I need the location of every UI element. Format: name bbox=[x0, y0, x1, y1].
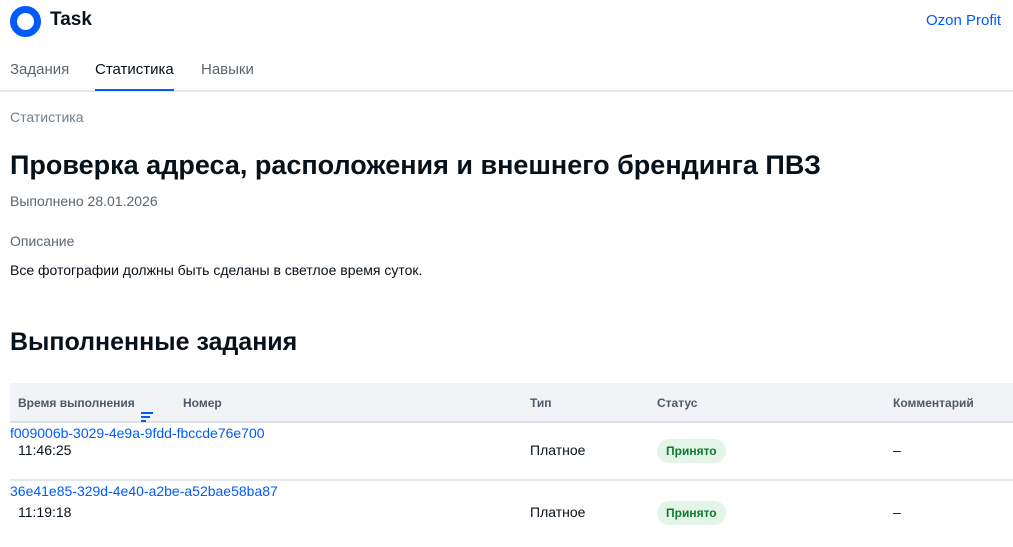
tab-tasks[interactable]: Задания bbox=[10, 61, 69, 89]
table-header: Время выполнения Номер Тип Статус Коммен… bbox=[10, 383, 1013, 423]
time-cell: 11:46:25 bbox=[18, 442, 72, 458]
tab-skills[interactable]: Навыки bbox=[201, 61, 254, 89]
description-text: Все фотографии должны быть сделаны в све… bbox=[10, 262, 423, 278]
comment-cell: – bbox=[893, 442, 901, 458]
task-number-link[interactable]: 36e41e85-329d-4e40-a2be-a52bae58ba87 bbox=[10, 483, 278, 499]
status-badge: Принято bbox=[657, 439, 726, 463]
tab-statistics[interactable]: Статистика bbox=[95, 61, 174, 91]
comment-cell: – bbox=[893, 504, 901, 520]
breadcrumb[interactable]: Статистика bbox=[10, 109, 84, 125]
app-title: Task bbox=[50, 9, 92, 30]
column-time[interactable]: Время выполнения bbox=[18, 396, 153, 422]
type-cell: Платное bbox=[530, 504, 586, 520]
table-row: 11:19:18 36e41e85-329d-4e40-a2be-a52bae5… bbox=[10, 481, 1013, 547]
description-label: Описание bbox=[10, 233, 75, 249]
table-row: 11:46:25 f009006b-3029-4e9a-9fdd-fbccde7… bbox=[10, 423, 1013, 481]
type-cell: Платное bbox=[530, 442, 586, 458]
ozon-profit-link[interactable]: Ozon Profit bbox=[926, 12, 1001, 29]
section-title: Выполненные задания bbox=[10, 328, 298, 356]
column-time-label: Время выполнения bbox=[18, 396, 135, 410]
task-number-link[interactable]: f009006b-3029-4e9a-9fdd-fbccde76e700 bbox=[10, 425, 265, 441]
tab-bar: Задания Статистика Навыки bbox=[0, 52, 1013, 92]
time-cell: 11:19:18 bbox=[18, 504, 72, 520]
column-type: Тип bbox=[530, 396, 552, 410]
column-comment: Комментарий bbox=[893, 396, 974, 410]
column-status: Статус bbox=[657, 396, 698, 410]
app-logo-icon bbox=[10, 6, 41, 37]
page-title: Проверка адреса, расположения и внешнего… bbox=[10, 150, 821, 180]
status-badge: Принято bbox=[657, 501, 726, 525]
completed-tasks-table: Время выполнения Номер Тип Статус Коммен… bbox=[10, 383, 1013, 547]
column-number: Номер bbox=[183, 396, 222, 410]
completed-date: Выполнено 28.01.2026 bbox=[10, 193, 158, 209]
sort-icon[interactable] bbox=[140, 411, 153, 422]
